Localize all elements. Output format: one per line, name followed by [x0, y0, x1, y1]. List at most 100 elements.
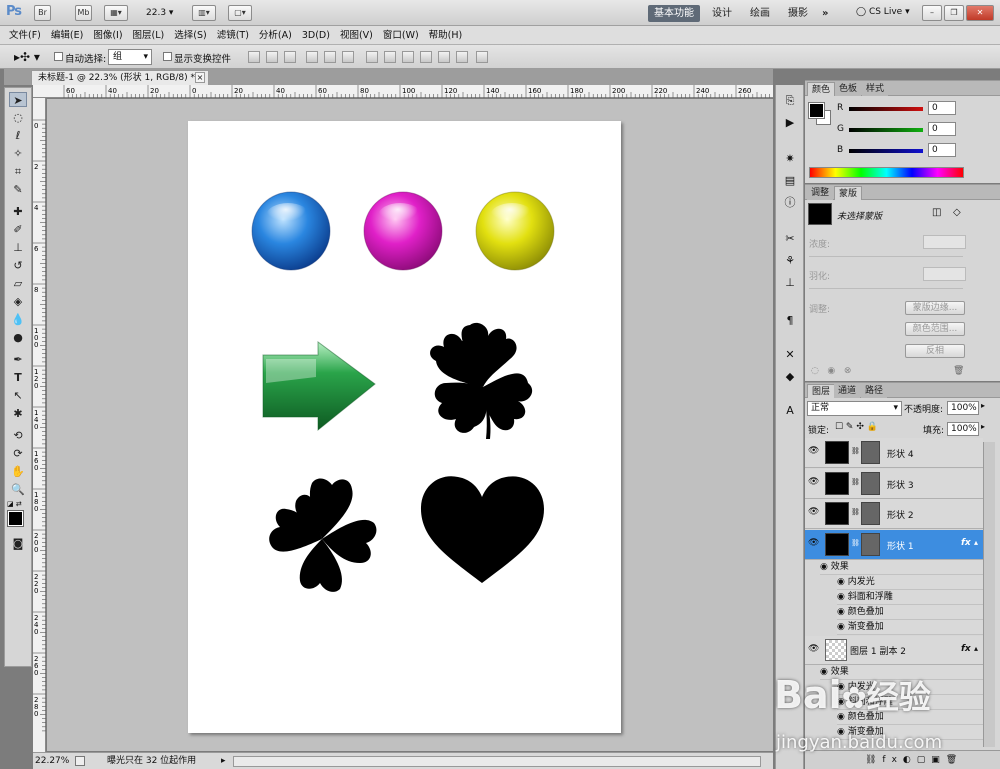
3d-rotate-tool-icon[interactable]: ⟲: [9, 428, 27, 443]
more-workspaces-button[interactable]: »: [816, 5, 834, 22]
hand-tool-icon[interactable]: ✋: [9, 464, 27, 479]
eyedropper-tool-icon[interactable]: ✎: [9, 182, 27, 197]
clone-stamp-tool-icon[interactable]: ⊥: [9, 240, 27, 255]
tab-swatches[interactable]: 色板: [835, 82, 862, 96]
character-styles-panel-icon[interactable]: ✕: [781, 347, 799, 362]
distribute-vcenter-icon[interactable]: [384, 51, 396, 63]
distribute-top-icon[interactable]: [366, 51, 378, 63]
brush-tool-icon[interactable]: ✐: [9, 222, 27, 237]
menu-edit[interactable]: 编辑(E): [46, 26, 88, 45]
feather-field[interactable]: [923, 267, 966, 281]
info-panel-icon[interactable]: ⓘ: [781, 195, 799, 210]
clone-source-panel-icon[interactable]: ⚘: [781, 253, 799, 268]
color-panel-foreground[interactable]: [808, 102, 825, 119]
distribute-left-icon[interactable]: [420, 51, 432, 63]
minimize-button[interactable]: –: [922, 5, 942, 21]
align-bottom-icon[interactable]: [284, 51, 296, 63]
layer-fx-badge[interactable]: fx: [961, 644, 971, 654]
effects-eye-icon[interactable]: ◉: [820, 562, 828, 572]
workspace-painting[interactable]: 绘画: [744, 5, 776, 22]
dodge-tool-icon[interactable]: ●: [9, 330, 27, 345]
move-tool-preset-icon[interactable]: ▸✣ ▾: [14, 50, 40, 64]
layer-fx-badge[interactable]: fx: [961, 538, 971, 548]
vector-mask-icon[interactable]: ◇: [953, 207, 961, 218]
fill-arrow-icon[interactable]: ▸: [981, 422, 985, 431]
opacity-value[interactable]: 100%: [947, 401, 979, 415]
paint-bucket-tool-icon[interactable]: ◈: [9, 294, 27, 309]
type-tool-icon[interactable]: T: [9, 370, 27, 385]
menu-analysis[interactable]: 分析(A): [254, 26, 297, 45]
menu-help[interactable]: 帮助(H): [424, 26, 468, 45]
distribute-bottom-icon[interactable]: [402, 51, 414, 63]
menu-view[interactable]: 视图(V): [335, 26, 378, 45]
workspace-design[interactable]: 设计: [706, 5, 738, 22]
align-top-icon[interactable]: [248, 51, 260, 63]
effect-row[interactable]: ◉ 颜色叠加: [837, 605, 983, 620]
menu-window[interactable]: 窗口(W): [378, 26, 424, 45]
visibility-eye-icon[interactable]: 👁: [808, 477, 819, 487]
visibility-eye-icon[interactable]: 👁: [808, 644, 819, 654]
menu-layer[interactable]: 图层(L): [128, 26, 170, 45]
3d-orbit-tool-icon[interactable]: ⟳: [9, 446, 27, 461]
eraser-tool-icon[interactable]: ▱: [9, 276, 27, 291]
effect-eye-icon[interactable]: ◉: [837, 592, 845, 602]
mini-bridge-button[interactable]: Mb: [75, 5, 92, 21]
menu-file[interactable]: 文件(F): [4, 26, 46, 45]
menu-3d[interactable]: 3D(D): [297, 26, 335, 45]
status-menu-arrow-icon[interactable]: ▸: [221, 753, 226, 769]
tool-presets-panel-icon[interactable]: ⊥: [781, 275, 799, 290]
zoom-level-dropdown[interactable]: 22.3 ▾: [146, 8, 173, 18]
tab-styles[interactable]: 样式: [862, 82, 889, 96]
pen-tool-icon[interactable]: ✒: [9, 352, 27, 367]
layer-row-shape-2[interactable]: 👁 ⛓ 形状 2: [805, 499, 983, 529]
status-preview-icon[interactable]: [75, 756, 85, 766]
menu-filter[interactable]: 滤镜(T): [212, 26, 254, 45]
fx-expand-icon[interactable]: ▴: [974, 644, 978, 653]
path-select-tool-icon[interactable]: ↖: [9, 388, 27, 403]
menu-select[interactable]: 选择(S): [169, 26, 211, 45]
foreground-color-swatch[interactable]: [7, 510, 24, 527]
paragraph-panel-icon[interactable]: ¶: [781, 313, 799, 328]
move-tool-icon[interactable]: ➤: [9, 92, 27, 107]
lock-icons[interactable]: ☐ ✎ ✣ 🔒: [835, 422, 878, 432]
tab-paths[interactable]: 路径: [861, 384, 888, 398]
brushes-panel-icon[interactable]: ✂: [781, 231, 799, 246]
feather-slider[interactable]: [809, 288, 963, 289]
lasso-tool-icon[interactable]: ℓ: [9, 128, 27, 143]
effect-row[interactable]: ◉ 斜面和浮雕: [837, 590, 983, 605]
history-brush-tool-icon[interactable]: ↺: [9, 258, 27, 273]
bridge-button[interactable]: Br: [34, 5, 51, 21]
quick-select-tool-icon[interactable]: ✧: [9, 146, 27, 161]
effects-group-row[interactable]: ◉ 效果: [820, 560, 983, 575]
effect-eye-icon[interactable]: ◉: [837, 607, 845, 617]
actions-panel-icon[interactable]: ▶: [781, 115, 799, 130]
visibility-eye-icon[interactable]: 👁: [808, 538, 819, 548]
tab-channels[interactable]: 通道: [834, 384, 861, 398]
visibility-eye-icon[interactable]: 👁: [808, 446, 819, 456]
mask-footer-icons[interactable]: ◌ ◉ ⊗: [811, 366, 851, 376]
layer-row-shape-4[interactable]: 👁 ⛓ 形状 4: [805, 438, 983, 468]
auto-select-target-dropdown[interactable]: 组 ▾: [108, 49, 152, 65]
distribute-hcenter-icon[interactable]: [438, 51, 450, 63]
layer-row-shape-1[interactable]: 👁 ⛓ 形状 1 fx ▴: [805, 530, 983, 560]
pixel-mask-icon[interactable]: ◫: [932, 207, 941, 218]
channel-slider-g[interactable]: [849, 128, 923, 132]
distribute-right-icon[interactable]: [456, 51, 468, 63]
status-zoom[interactable]: 22.27%: [35, 753, 69, 769]
tab-adjustments[interactable]: 调整: [807, 186, 834, 200]
close-window-button[interactable]: ✕: [966, 5, 994, 21]
fill-value[interactable]: 100%: [947, 422, 979, 436]
crop-tool-icon[interactable]: ⌗: [9, 164, 27, 179]
channel-value-r[interactable]: 0: [928, 101, 956, 115]
view-extras-dropdown[interactable]: ▦▾: [104, 5, 128, 21]
histogram-panel-icon[interactable]: ▤: [781, 173, 799, 188]
horizontal-scrollbar[interactable]: [233, 756, 761, 767]
channel-value-b[interactable]: 0: [928, 143, 956, 157]
workspace-photography[interactable]: 摄影: [782, 5, 814, 22]
document-canvas[interactable]: [188, 121, 621, 733]
close-document-icon[interactable]: ×: [195, 72, 205, 83]
invert-button[interactable]: 反相: [905, 344, 965, 358]
effect-row[interactable]: ◉ 渐变叠加: [837, 620, 983, 635]
align-left-icon[interactable]: [306, 51, 318, 63]
mask-edge-button[interactable]: 蒙版边缘...: [905, 301, 965, 315]
